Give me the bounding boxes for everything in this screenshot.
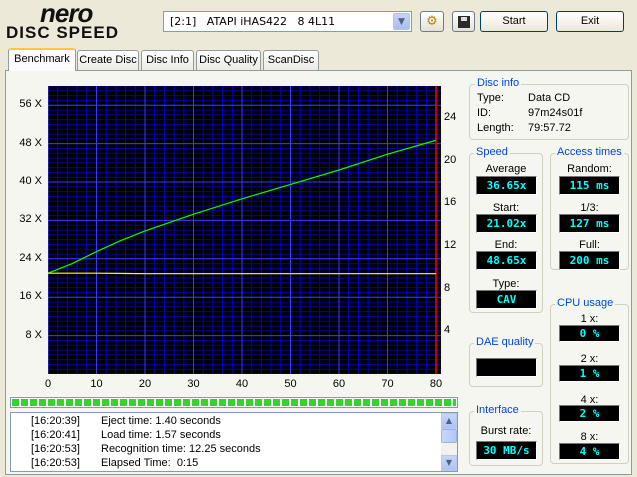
cpu-1x-label: 1 x: [580,313,599,325]
x-tick-label: 70 [381,378,394,390]
log-time: [16:20:41] [31,429,80,441]
y-right-tick-label: 16 [444,196,457,209]
third-access-value: 127 ms [559,214,620,233]
start-speed-label: Start: [492,202,520,214]
disc-length-label: Length: [477,122,514,134]
y-left-tick-label: 56 X [19,98,42,111]
log-time: [16:20:53] [31,457,80,469]
y-right-tick-label: 8 [444,281,451,294]
cpu-usage-title: CPU usage [555,297,616,309]
tab-benchmark[interactable]: Benchmark [8,48,76,71]
y-right-tick-label: 4 [444,324,451,337]
disc-type-label: Type: [477,92,504,104]
log-list[interactable]: [16:20:39] Eject time: 1.40 seconds [16:2… [10,412,458,472]
burst-rate-label: Burst rate: [480,425,532,437]
y-left-tick-label: 48 X [19,136,42,149]
scroll-up-icon[interactable]: ▲ [441,413,457,429]
end-speed-value: 48.65x [476,251,537,270]
start-speed-value: 21.02x [476,214,537,233]
log-text: Recognition time: 12.25 seconds [101,443,261,455]
log-text: Elapsed Time: 0:15 [101,457,199,469]
refresh-icon: ⚙ [426,14,438,29]
log-time: [16:20:39] [31,415,80,427]
y-right-tick-label: 24 [444,111,457,123]
x-tick-label: 60 [332,378,346,390]
dae-quality-title: DAE quality [474,336,536,348]
scroll-down-icon[interactable]: ▼ [441,455,457,471]
progress-fill [12,399,456,406]
x-tick-label: 0 [44,378,52,390]
disc-id-label: ID: [477,107,492,119]
disc-length-value: 79:57.72 [528,122,571,134]
start-button[interactable]: Start [480,11,548,32]
average-speed-value: 36.65x [476,176,537,195]
cpu-8x-label: 8 x: [580,431,599,443]
random-access-value: 115 ms [559,176,620,195]
disc-id-value: 97m24s01f [528,107,583,119]
y-right-tick-label: 12 [444,239,457,251]
refresh-drives-button[interactable]: ⚙ [420,11,444,32]
cpu-2x-label: 2 x: [580,353,599,365]
drive-select[interactable]: [2:1] ATAPI iHAS422 8 4L11 ▼ [163,11,412,32]
y-left-tick-label: 16 X [19,290,42,303]
speed-title: Speed [474,146,510,158]
dae-quality-value [476,358,537,377]
end-speed-label: End: [494,239,518,251]
cpu-1x-value: 0 % [559,325,620,342]
y-left-tick-label: 32 X [19,213,42,226]
speed-type-value: CAV [476,290,537,309]
disc-info-title: Disc info [475,77,522,89]
burst-rate-value: 30 MB/s [476,441,537,460]
y-left-tick-label: 8 X [25,328,42,341]
cpu-8x-value: 4 % [559,443,620,460]
cpu-2x-value: 1 % [559,365,620,382]
log-entry: [16:20:53] Elapsed Time: 0:15 [31,457,198,469]
x-tick-label: 30 [187,378,200,390]
scroll-thumb[interactable] [441,429,457,443]
log-entry: [16:20:53] Recognition time: 12.25 second… [31,443,261,455]
log-scrollbar[interactable]: ▲ ▼ [441,413,457,471]
log-text: Load time: 1.57 seconds [101,429,221,441]
disc-type-value: Data CD [528,92,571,104]
floppy-disk-icon [457,16,470,28]
average-speed-label: Average [485,163,527,175]
tab-scandisc[interactable]: ScanDisc [263,50,319,70]
drive-select-value: [2:1] ATAPI iHAS422 8 4L11 [170,15,336,28]
random-access-label: Random: [567,163,612,175]
tab-disc-quality[interactable]: Disc Quality [196,50,261,70]
full-access-value: 200 ms [559,251,620,270]
y-left-tick-label: 24 X [19,251,42,264]
x-tick-label: 80 [429,378,443,390]
log-entry: [16:20:39] Eject time: 1.40 seconds [31,415,221,427]
y-right-tick-label: 20 [444,153,457,166]
full-access-label: Full: [579,239,600,251]
tab-create-disc[interactable]: Create Disc [77,50,139,70]
x-tick-label: 20 [138,378,152,390]
chevron-down-icon[interactable]: ▼ [393,13,410,30]
log-text: Eject time: 1.40 seconds [101,415,221,427]
save-button[interactable] [452,11,475,32]
speed-chart-svg [47,85,441,375]
exit-button[interactable]: Exit [556,11,624,32]
interface-title: Interface [474,404,521,416]
x-tick-label: 40 [235,378,249,390]
x-tick-label: 10 [90,378,103,390]
tab-disc-info[interactable]: Disc Info [141,50,194,70]
log-entry: [16:20:41] Load time: 1.57 seconds [31,429,221,441]
x-tick-label: 50 [284,378,297,390]
y-left-tick-label: 40 X [19,175,42,187]
log-time: [16:20:53] [31,443,80,455]
speed-type-label: Type: [492,278,520,290]
access-times-title: Access times [555,146,624,158]
cpu-4x-value: 2 % [559,405,620,422]
third-access-label: 1/3: [580,202,599,214]
progress-bar [10,397,458,408]
disc-speed-logo: DISC SPEED [6,23,119,42]
speed-chart [47,85,441,375]
